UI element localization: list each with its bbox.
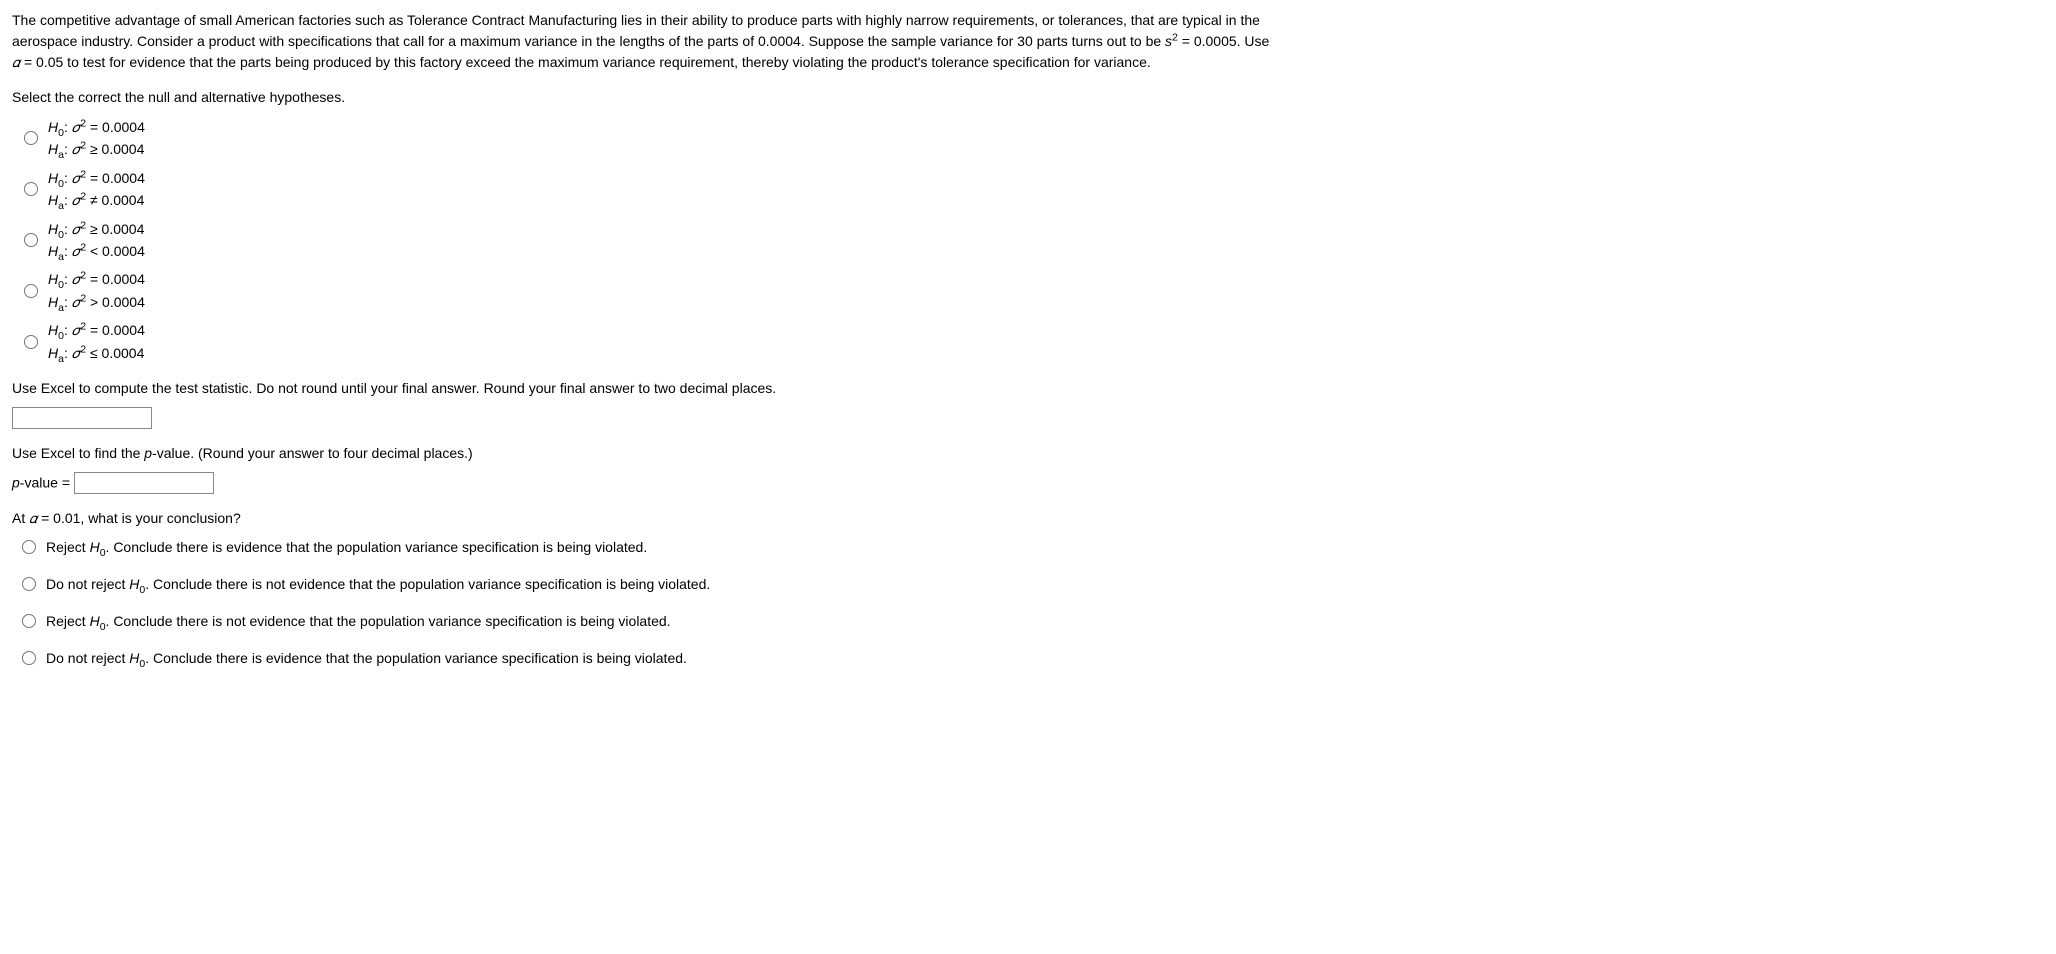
q2-prompt: Use Excel to compute the test statistic.… bbox=[12, 378, 2044, 399]
intro-paragraph: The competitive advantage of small Ameri… bbox=[12, 10, 2044, 73]
intro-line3: = 0.05 to test for evidence that the par… bbox=[20, 54, 1151, 70]
conc-option-2[interactable]: Do not reject H0. Conclude there is not … bbox=[20, 574, 2044, 595]
hyp-option-3-text: H0: 𝜎2 ≥ 0.0004 Ha: 𝜎2 < 0.0004 bbox=[48, 218, 145, 263]
conc-radio-1[interactable] bbox=[22, 540, 36, 554]
q4-prompt: At 𝛼 = 0.01, what is your conclusion? bbox=[12, 508, 2044, 529]
pvalue-label-p: p bbox=[12, 474, 20, 490]
hyp-option-1[interactable]: H0: 𝜎2 = 0.0004 Ha: 𝜎2 ≥ 0.0004 bbox=[22, 116, 2044, 161]
intro-line2a: aerospace industry. Consider a product w… bbox=[12, 33, 1165, 49]
pvalue-row: p-value = bbox=[12, 472, 2044, 494]
hypothesis-options: H0: 𝜎2 = 0.0004 Ha: 𝜎2 ≥ 0.0004 H0: 𝜎2 =… bbox=[22, 116, 2044, 364]
hyp-option-5[interactable]: H0: 𝜎2 = 0.0004 Ha: 𝜎2 ≤ 0.0004 bbox=[22, 319, 2044, 364]
alpha-symbol: 𝛼 bbox=[12, 54, 20, 70]
hyp-option-4-text: H0: 𝜎2 = 0.0004 Ha: 𝜎2 > 0.0004 bbox=[48, 268, 145, 313]
conc-option-3[interactable]: Reject H0. Conclude there is not evidenc… bbox=[20, 611, 2044, 632]
conclusion-options: Reject H0. Conclude there is evidence th… bbox=[20, 537, 2044, 669]
hyp-option-1-text: H0: 𝜎2 = 0.0004 Ha: 𝜎2 ≥ 0.0004 bbox=[48, 116, 145, 161]
conc-radio-4[interactable] bbox=[22, 651, 36, 665]
conc-radio-3[interactable] bbox=[22, 614, 36, 628]
hyp-option-2[interactable]: H0: 𝜎2 = 0.0004 Ha: 𝜎2 ≠ 0.0004 bbox=[22, 167, 2044, 212]
q1-prompt: Select the correct the null and alternat… bbox=[12, 87, 2044, 108]
intro-line2b: = 0.0005. Use bbox=[1178, 33, 1269, 49]
conc-radio-2[interactable] bbox=[22, 577, 36, 591]
hyp-option-2-text: H0: 𝜎2 = 0.0004 Ha: 𝜎2 ≠ 0.0004 bbox=[48, 167, 145, 212]
q3-prompt: Use Excel to find the p-value. (Round yo… bbox=[12, 443, 2044, 464]
conc-option-4[interactable]: Do not reject H0. Conclude there is evid… bbox=[20, 648, 2044, 669]
hyp-option-3[interactable]: H0: 𝜎2 ≥ 0.0004 Ha: 𝜎2 < 0.0004 bbox=[22, 218, 2044, 263]
conc-option-3-text: Reject H0. Conclude there is not evidenc… bbox=[46, 611, 671, 632]
test-statistic-row bbox=[12, 407, 2044, 429]
hyp-option-5-text: H0: 𝜎2 = 0.0004 Ha: 𝜎2 ≤ 0.0004 bbox=[48, 319, 145, 364]
pvalue-label-eq: -value = bbox=[20, 474, 74, 490]
pvalue-input[interactable] bbox=[74, 472, 214, 494]
hyp-option-4[interactable]: H0: 𝜎2 = 0.0004 Ha: 𝜎2 > 0.0004 bbox=[22, 268, 2044, 313]
hyp-radio-5[interactable] bbox=[24, 335, 38, 349]
conc-option-2-text: Do not reject H0. Conclude there is not … bbox=[46, 574, 710, 595]
conc-option-1-text: Reject H0. Conclude there is evidence th… bbox=[46, 537, 647, 558]
hyp-radio-1[interactable] bbox=[24, 131, 38, 145]
test-statistic-input[interactable] bbox=[12, 407, 152, 429]
conc-option-4-text: Do not reject H0. Conclude there is evid… bbox=[46, 648, 687, 669]
hyp-radio-4[interactable] bbox=[24, 284, 38, 298]
s-symbol: s bbox=[1165, 33, 1172, 49]
intro-line1: The competitive advantage of small Ameri… bbox=[12, 12, 1260, 28]
hyp-radio-3[interactable] bbox=[24, 233, 38, 247]
hyp-radio-2[interactable] bbox=[24, 182, 38, 196]
conc-option-1[interactable]: Reject H0. Conclude there is evidence th… bbox=[20, 537, 2044, 558]
